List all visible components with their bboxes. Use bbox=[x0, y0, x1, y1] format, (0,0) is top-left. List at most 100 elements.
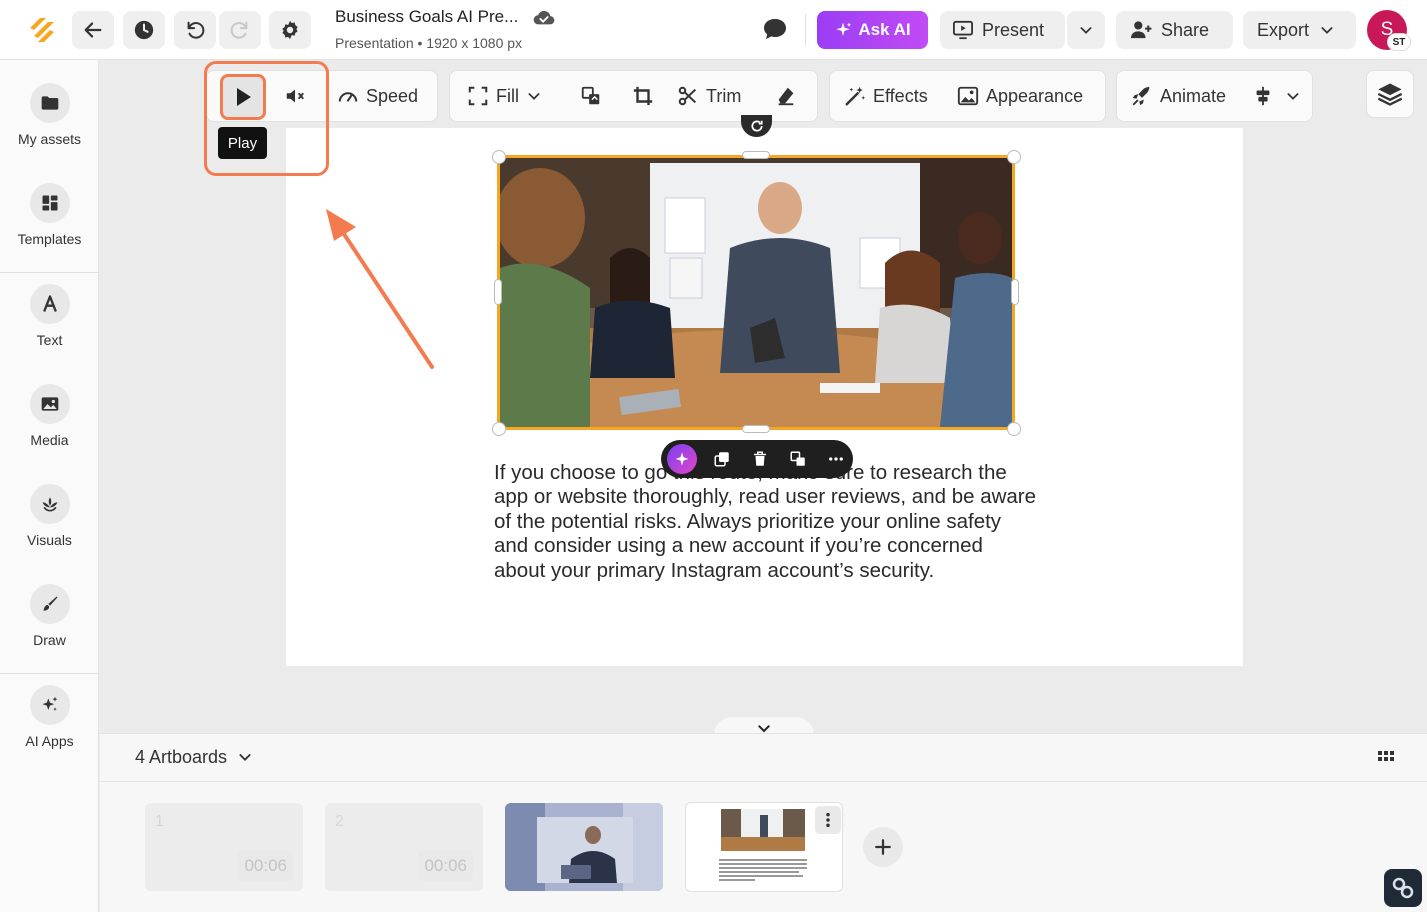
sparkle-icon bbox=[675, 452, 689, 466]
sidebar-item-my-assets[interactable]: My assets bbox=[0, 83, 99, 147]
more-vertical-icon bbox=[826, 812, 830, 828]
sidebar-item-label: Media bbox=[30, 432, 69, 448]
animate-button[interactable]: Animate bbox=[1131, 70, 1226, 122]
thumbnail-image bbox=[505, 803, 663, 891]
avatar-badge: ST bbox=[1387, 33, 1411, 51]
present-label: Present bbox=[982, 19, 1045, 40]
align-dropdown[interactable] bbox=[1252, 70, 1301, 122]
effects-button[interactable]: Effects bbox=[844, 70, 928, 122]
resize-handle-bottom-left[interactable] bbox=[492, 422, 506, 436]
sidebar-item-label: AI Apps bbox=[25, 733, 74, 749]
resize-handle-top[interactable] bbox=[742, 151, 770, 159]
folder-icon bbox=[29, 83, 70, 123]
present-icon bbox=[953, 20, 973, 40]
resize-handle-top-left[interactable] bbox=[492, 150, 506, 164]
play-tooltip: Play bbox=[218, 127, 267, 159]
fill-button[interactable]: Fill bbox=[467, 70, 542, 122]
speed-label: Speed bbox=[366, 85, 419, 106]
add-artboard-button[interactable] bbox=[863, 827, 903, 867]
appearance-button[interactable]: Appearance bbox=[957, 70, 1083, 122]
settings-button[interactable] bbox=[269, 11, 311, 49]
artboard-thumbnail-1[interactable]: 1 00:06 bbox=[145, 803, 303, 891]
trash-icon bbox=[753, 451, 766, 466]
speed-button[interactable]: Speed bbox=[337, 70, 418, 122]
divider bbox=[0, 272, 99, 273]
sidebar-item-label: Visuals bbox=[27, 532, 72, 548]
resize-handle-bottom-right[interactable] bbox=[1007, 422, 1021, 436]
text-icon bbox=[29, 284, 70, 324]
help-widget-button[interactable] bbox=[1384, 869, 1422, 907]
eraser-icon bbox=[778, 87, 794, 106]
selected-video-element[interactable] bbox=[497, 155, 1015, 430]
artboards-dropdown[interactable]: 4 Artboards bbox=[135, 745, 253, 769]
top-bar: Business Goals AI Pre... Presentation • … bbox=[0, 0, 1427, 60]
redo-button[interactable] bbox=[219, 11, 261, 49]
sidebar-item-templates[interactable]: Templates bbox=[0, 183, 99, 247]
replace-button[interactable] bbox=[580, 70, 602, 122]
present-button[interactable]: Present bbox=[940, 11, 1065, 49]
artboard-duration: 00:06 bbox=[238, 851, 293, 881]
back-button[interactable] bbox=[72, 11, 114, 49]
artboard-thumbnail-2[interactable]: 2 00:06 bbox=[325, 803, 483, 891]
export-label: Export bbox=[1257, 19, 1310, 40]
sidebar-item-label: Text bbox=[36, 332, 63, 348]
duplicate-button[interactable] bbox=[708, 446, 735, 473]
arrow-left-icon bbox=[84, 22, 102, 38]
crop-button[interactable] bbox=[632, 70, 654, 122]
image-icon bbox=[957, 86, 979, 106]
history-button[interactable] bbox=[123, 11, 165, 49]
sidebar-item-ai-apps[interactable]: AI Apps bbox=[0, 685, 99, 749]
resize-handle-top-right[interactable] bbox=[1007, 150, 1021, 164]
more-horizontal-icon bbox=[828, 457, 843, 461]
resize-handle-left[interactable] bbox=[494, 279, 502, 305]
comment-icon[interactable] bbox=[762, 17, 788, 41]
crop-icon bbox=[633, 86, 653, 106]
redo-icon bbox=[230, 21, 248, 39]
trim-button[interactable]: Trim bbox=[677, 70, 741, 122]
more-options-button[interactable] bbox=[822, 446, 849, 473]
sidebar-item-label: My assets bbox=[17, 131, 81, 147]
undo-button[interactable] bbox=[174, 11, 216, 49]
sidebar-item-label: Draw bbox=[33, 632, 66, 648]
replace-icon bbox=[581, 86, 600, 105]
left-sidebar: My assets Templates Text Media Visuals D… bbox=[0, 60, 99, 912]
share-button[interactable]: Share bbox=[1116, 11, 1233, 49]
templates-icon bbox=[29, 183, 70, 223]
grid-view-icon[interactable] bbox=[1377, 748, 1395, 766]
artboard-menu-button[interactable] bbox=[815, 806, 841, 834]
sparkle-icon bbox=[836, 22, 852, 36]
sidebar-item-visuals[interactable]: Visuals bbox=[0, 484, 99, 548]
magic-wand-icon bbox=[845, 86, 866, 106]
layers-button[interactable] bbox=[1366, 70, 1414, 118]
resize-handle-right[interactable] bbox=[1011, 279, 1019, 305]
rotate-icon bbox=[750, 120, 763, 132]
export-button[interactable]: Export bbox=[1243, 11, 1356, 49]
ai-edit-button[interactable] bbox=[667, 444, 697, 474]
animate-label: Animate bbox=[1160, 85, 1227, 106]
app-logo[interactable] bbox=[26, 14, 58, 46]
delete-button[interactable] bbox=[746, 446, 773, 473]
fill-icon bbox=[468, 86, 488, 106]
undo-icon bbox=[187, 21, 205, 39]
resize-handle-bottom[interactable] bbox=[742, 425, 770, 433]
tutorial-arrow bbox=[326, 209, 434, 369]
body-text-box[interactable]: If you choose to go this route, make sur… bbox=[494, 461, 1039, 583]
sidebar-item-draw[interactable]: Draw bbox=[0, 584, 99, 648]
ask-ai-button[interactable]: Ask AI bbox=[817, 11, 928, 49]
sidebar-item-media[interactable]: Media bbox=[0, 384, 99, 448]
present-dropdown[interactable] bbox=[1067, 11, 1105, 49]
trim-label: Trim bbox=[706, 85, 742, 106]
brush-icon bbox=[29, 584, 70, 624]
replace-icon bbox=[790, 451, 805, 466]
chevron-down-icon bbox=[239, 754, 251, 761]
artboard-duration: 00:06 bbox=[418, 851, 473, 881]
document-title[interactable]: Business Goals AI Pre... bbox=[335, 7, 518, 27]
divider bbox=[805, 14, 806, 46]
sidebar-item-text[interactable]: Text bbox=[0, 284, 99, 348]
artboard-thumbnail-3[interactable] bbox=[505, 803, 663, 891]
eraser-button[interactable] bbox=[775, 70, 797, 122]
artboards-count-label: 4 Artboards bbox=[135, 746, 228, 767]
appearance-label: Appearance bbox=[986, 85, 1084, 106]
document-subtitle: Presentation • 1920 x 1080 px bbox=[335, 35, 523, 51]
replace-media-button[interactable] bbox=[784, 446, 811, 473]
